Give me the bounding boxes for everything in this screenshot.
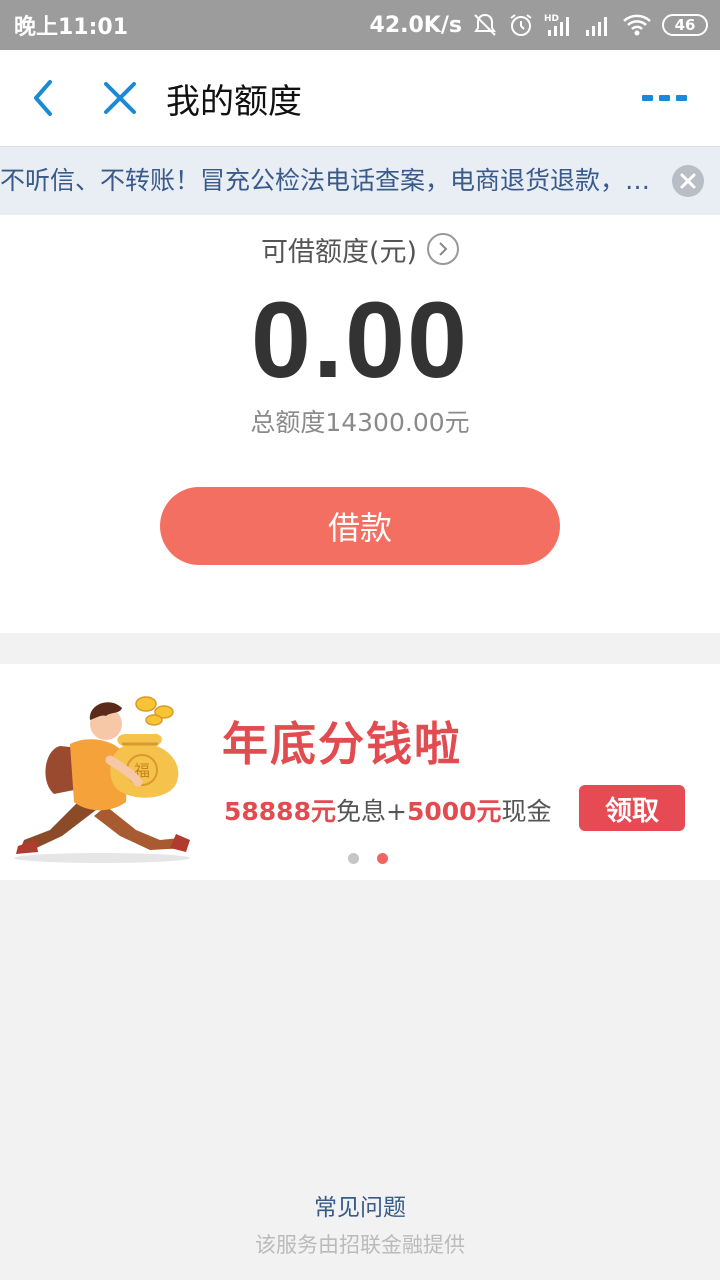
banner-amount-cash: 5000元 [406, 797, 502, 826]
page-title: 我的额度 [166, 82, 302, 122]
back-icon [34, 80, 52, 116]
more-icon [642, 95, 687, 101]
banner-amount-interest-free: 58888元 [224, 797, 336, 826]
available-credit-amount: 0.00 [250, 279, 470, 400]
back-button[interactable] [26, 78, 62, 118]
status-time: 晚上11:01 [14, 15, 129, 40]
notice-close-button[interactable] [672, 165, 704, 197]
status-icons: 42.0K/s HD 46 [370, 12, 708, 38]
carousel-dot[interactable] [348, 853, 359, 864]
banner-text-cash: 现金 [501, 797, 552, 826]
banner-text-interest-free: 免息+ [335, 797, 407, 826]
signal-hd-icon: HD [544, 12, 574, 38]
credit-label-row[interactable]: 可借额度(元) [0, 231, 720, 268]
running-man-money-bag-illustration: 福 [14, 696, 190, 863]
chevron-right-icon[interactable] [427, 233, 460, 265]
signal-hd-label: HD [544, 14, 559, 24]
provider-note: 该服务由招联金融提供 [255, 1233, 465, 1257]
signal-icon [584, 12, 612, 38]
credit-section: 可借额度(元) 0.00 总额度14300.00元 借款 [0, 215, 720, 633]
banner-subtitle: 58888元免息+5000元现金 [224, 792, 552, 828]
page: 晚上11:01 42.0K/s HD 46 我的额度 不听信、不转账！冒充公检法… [0, 0, 720, 1280]
carousel-indicator [348, 853, 388, 864]
close-button[interactable] [100, 78, 140, 118]
faq-link[interactable]: 常见问题 [0, 1188, 720, 1222]
nav-bar: 我的额度 [0, 50, 720, 147]
alarm-icon [508, 12, 534, 38]
battery-icon: 46 [662, 14, 708, 36]
carousel-dot-active[interactable] [377, 853, 388, 864]
mute-icon [472, 12, 498, 38]
promo-banner[interactable]: 福 年底分钱啦 58888元免息+5000元现金 领取 [0, 664, 720, 880]
network-speed: 42.0K/s [369, 12, 462, 38]
notice-bar[interactable]: 不听信、不转账！冒充公检法电话查案，电商退货退款，… [0, 147, 720, 215]
battery-level: 46 [674, 16, 696, 34]
status-bar: 晚上11:01 42.0K/s HD 46 [0, 0, 720, 50]
banner-title: 年底分钱啦 [222, 717, 462, 771]
close-icon [104, 82, 136, 114]
more-button[interactable] [642, 90, 688, 104]
total-credit: 总额度14300.00元 [250, 408, 470, 437]
notice-text: 不听信、不转账！冒充公检法电话查案，电商退货退款，… [0, 166, 651, 195]
available-credit-label: 可借额度(元) [260, 236, 418, 268]
close-circle-icon [680, 173, 696, 189]
wifi-icon [622, 12, 652, 38]
claim-button[interactable]: 领取 [579, 785, 685, 831]
borrow-button[interactable]: 借款 [160, 487, 560, 565]
